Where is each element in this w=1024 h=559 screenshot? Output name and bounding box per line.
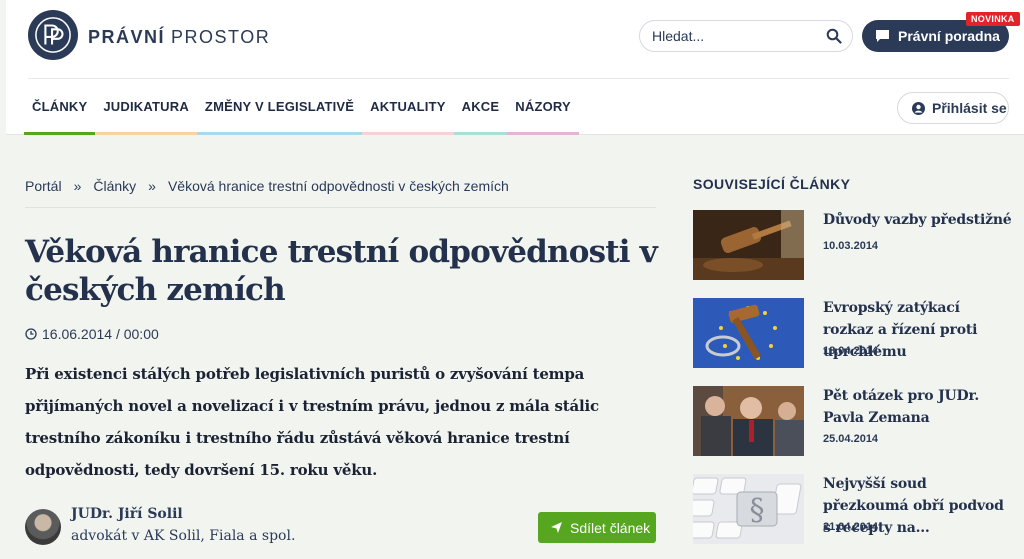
gavel-icon[interactable] [693, 210, 804, 280]
people-photo[interactable] [693, 386, 804, 456]
nav-item-akce[interactable]: AKCE [453, 96, 508, 135]
nav-item-label: AKTUALITY [370, 99, 446, 114]
keyboard-paragraph-icon[interactable]: § [693, 474, 804, 544]
header-divider [28, 78, 1009, 79]
article-lead: Při existenci stálých potřeb legislativn… [25, 365, 599, 479]
nav-item-label: AKCE [461, 99, 500, 114]
related-article-title[interactable]: Důvody vazby předstižné [823, 209, 1013, 231]
breadcrumb-divider [25, 207, 656, 208]
nav-item-underline [196, 132, 363, 135]
eu-gavel-icon[interactable] [693, 298, 804, 368]
author-avatar[interactable] [25, 509, 61, 545]
related-article[interactable]: § Nejvyšší soud přezkoumá obří podvod s … [693, 474, 1013, 544]
legal-advice-label: Právní poradna [898, 28, 1000, 44]
nav-item-underline [507, 132, 579, 135]
share-article-button[interactable]: Sdílet článek [538, 512, 656, 543]
brand-logo-text[interactable]: PRÁVNÍ PROSTOR [88, 27, 270, 48]
related-articles-heading: SOUVISEJÍCÍ ČLÁNKY [693, 176, 851, 192]
breadcrumb-separator: » [73, 178, 82, 194]
brand-bold: PRÁVNÍ [88, 27, 166, 47]
article-date: 16.06.2014 / 00:00 [25, 326, 159, 342]
main-nav: ČLÁNKY JUDIKATURA ZMĚNY V LEGISLATIVĚ AK… [24, 96, 579, 135]
nav-item-underline [24, 132, 96, 135]
svg-text:§: § [750, 493, 765, 528]
article-title: Věková hranice trestní odpovědnosti v če… [25, 234, 658, 308]
related-article[interactable]: Evropský zatýkací rozkaz a řízení proti … [693, 298, 1013, 368]
nav-item-judikatura[interactable]: JUDIKATURA [95, 96, 197, 135]
breadcrumb: Portál » Články » Věková hranice trestní… [25, 178, 509, 194]
search-box [639, 20, 853, 52]
login-label: Přihlásit se [932, 100, 1007, 116]
nav-item-clanky[interactable]: ČLÁNKY [24, 96, 96, 135]
author-role: advokát v AK Solil, Fiala a spol. [71, 528, 296, 544]
breadcrumb-portal[interactable]: Portál [25, 178, 62, 194]
search-icon[interactable] [826, 28, 842, 44]
share-label: Sdílet článek [570, 519, 651, 536]
author-name[interactable]: JUDr. Jiří Solil [71, 506, 183, 522]
nav-item-label: ČLÁNKY [32, 99, 88, 114]
new-badge: NOVINKA [966, 12, 1020, 26]
related-article-date: 25.04.2014 [823, 433, 879, 445]
chat-bubble-icon [876, 30, 889, 42]
breadcrumb-current: Věková hranice trestní odpovědnosti v če… [167, 178, 509, 194]
related-article-date: 10.03.2014 [823, 240, 879, 252]
article-date-text: 16.06.2014 / 00:00 [42, 326, 159, 342]
nav-item-aktuality[interactable]: AKTUALITY [362, 96, 454, 135]
nav-item-underline [95, 132, 197, 135]
breadcrumb-clanky[interactable]: Články [93, 178, 136, 194]
related-article[interactable]: Pět otázek pro JUDr. Pavla Zemana 25.04.… [693, 386, 1013, 456]
site-header: PRÁVNÍPROSTOR Právní poradna NOVINKA ČLÁ… [6, 0, 1024, 135]
send-icon [551, 522, 562, 533]
nav-item-underline [362, 132, 454, 135]
nav-item-label: ZMĚNY V LEGISLATIVĚ [204, 99, 355, 114]
nav-item-underline [453, 132, 508, 135]
related-article-date: 21.04.2014 [823, 521, 879, 533]
login-button[interactable]: Přihlásit se [897, 92, 1009, 124]
related-article-title[interactable]: Pět otázek pro JUDr. Pavla Zemana [823, 385, 1013, 429]
search-input[interactable] [652, 28, 822, 44]
brand-light: PROSTOR [171, 27, 271, 47]
nav-item-label: JUDIKATURA [103, 99, 189, 114]
logo-icon[interactable] [28, 10, 78, 60]
nav-item-nazory[interactable]: NÁZORY [507, 96, 579, 135]
breadcrumb-separator: » [148, 178, 156, 194]
related-article[interactable]: Důvody vazby předstižné 10.03.2014 [693, 210, 1013, 280]
clock-icon [25, 328, 37, 340]
nav-item-zmeny-v-legislative[interactable]: ZMĚNY V LEGISLATIVĚ [196, 96, 363, 135]
related-article-date: 18.04.2014 [823, 345, 879, 357]
nav-item-label: NÁZORY [515, 99, 571, 114]
user-icon [912, 102, 925, 115]
